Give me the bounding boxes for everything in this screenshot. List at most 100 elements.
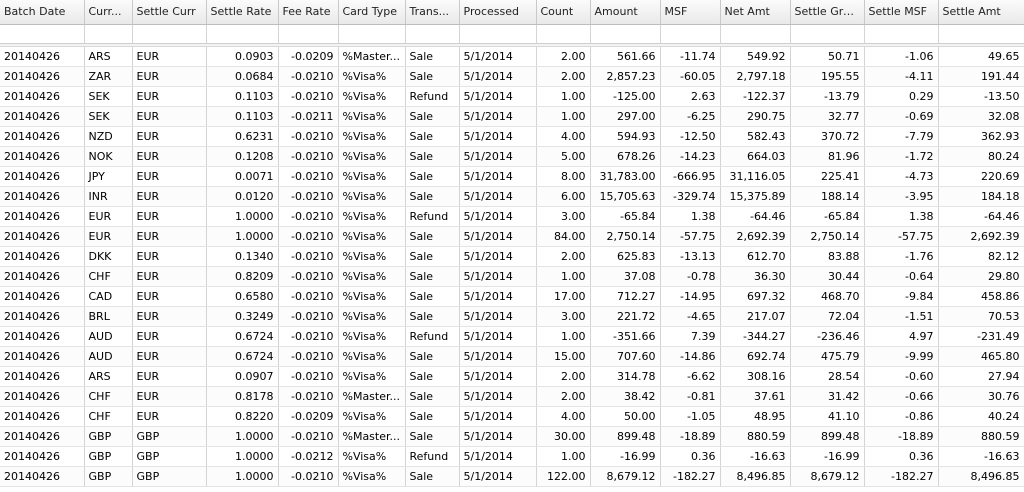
filter-cell[interactable] [0, 24, 85, 44]
table-row[interactable]: 20140426 GBP GBP 1.0000 -0.0210 %Visa% Sale 5/1… [0, 466, 1024, 487]
table-cell: 8,496.85 [938, 466, 1024, 487]
table-cell: CHF [84, 266, 133, 287]
table-cell: 2.00 [536, 46, 591, 67]
column-header[interactable]: Settle Gross [790, 0, 865, 25]
table-cell: 612.70 [720, 246, 791, 267]
filter-cell[interactable] [405, 24, 460, 44]
table-cell: CHF [84, 386, 133, 407]
table-cell: GBP [84, 426, 133, 447]
table-row[interactable]: 20140426 ARS EUR 0.0903 -0.0209 %Master... Sal… [0, 46, 1024, 67]
table-cell: 184.18 [938, 186, 1024, 207]
filter-cell[interactable] [206, 24, 279, 44]
table-cell: %Visa% [338, 406, 406, 427]
table-cell: ARS [84, 366, 133, 387]
table-cell: 697.32 [720, 286, 791, 307]
filter-cell[interactable] [536, 24, 591, 44]
filter-cell[interactable] [84, 24, 133, 44]
table-row[interactable]: 20140426 CAD EUR 0.6580 -0.0210 %Visa% Sale 5/1… [0, 286, 1024, 307]
table-row[interactable]: 20140426 GBP GBP 1.0000 -0.0212 %Visa% Refund 5… [0, 446, 1024, 467]
table-row[interactable]: 20140426 ARS EUR 0.0907 -0.0210 %Visa% Sale 5/1… [0, 366, 1024, 387]
table-cell: 72.04 [790, 306, 865, 327]
column-header-row: Batch Date Curr... Settle Curr Settle Rate F… [0, 0, 1024, 25]
filter-cell[interactable] [938, 24, 1024, 44]
table-cell: -0.0210 [278, 326, 339, 347]
filter-cell[interactable] [720, 24, 791, 44]
table-cell: 5/1/2014 [459, 206, 537, 227]
table-row[interactable]: 20140426 DKK EUR 0.1340 -0.0210 %Visa% Sale 5/1… [0, 246, 1024, 267]
filter-cell[interactable] [790, 24, 865, 44]
filter-cell[interactable] [459, 24, 537, 44]
table-row[interactable]: 20140426 EUR EUR 1.0000 -0.0210 %Visa% Refund 5… [0, 206, 1024, 227]
filter-cell[interactable] [660, 24, 721, 44]
table-cell: EUR [84, 226, 133, 247]
table-cell: 4.00 [536, 126, 591, 147]
table-cell: -6.25 [660, 106, 721, 127]
table-cell: 1.0000 [206, 446, 279, 467]
table-row[interactable]: 20140426 EUR EUR 1.0000 -0.0210 %Visa% Sale 5/1… [0, 226, 1024, 247]
table-row[interactable]: 20140426 ZAR EUR 0.0684 -0.0210 %Visa% Sale 5/1… [0, 66, 1024, 87]
column-header[interactable]: Count [536, 0, 591, 25]
column-header[interactable]: Trans... [405, 0, 460, 25]
table-cell: 5/1/2014 [459, 366, 537, 387]
table-cell: 308.16 [720, 366, 791, 387]
table-cell: 0.0684 [206, 66, 279, 87]
filter-cell[interactable] [338, 24, 406, 44]
column-header[interactable]: Settle Rate [206, 0, 279, 25]
table-row[interactable]: 20140426 CHF EUR 0.8220 -0.0209 %Visa% Sale 5/1… [0, 406, 1024, 427]
column-header[interactable]: MSF [660, 0, 721, 25]
table-cell: EUR [132, 406, 207, 427]
table-row[interactable]: 20140426 AUD EUR 0.6724 -0.0210 %Visa% Sale 5/1… [0, 346, 1024, 367]
table-cell: EUR [132, 366, 207, 387]
table-cell: EUR [132, 386, 207, 407]
column-header[interactable]: Batch Date [0, 0, 85, 25]
table-cell: 880.59 [720, 426, 791, 447]
column-header[interactable]: Net Amt [720, 0, 791, 25]
column-header[interactable]: Amount [590, 0, 661, 25]
table-cell: %Visa% [338, 246, 406, 267]
filter-cell[interactable] [132, 24, 207, 44]
table-row[interactable]: 20140426 CHF EUR 0.8178 -0.0210 %Master... Sal… [0, 386, 1024, 407]
table-cell: Sale [405, 146, 460, 167]
table-cell: -666.95 [660, 166, 721, 187]
table-row[interactable]: 20140426 SEK EUR 0.1103 -0.0210 %Visa% Refund 5… [0, 86, 1024, 107]
column-header[interactable]: Processed [459, 0, 537, 25]
table-cell: 20140426 [0, 46, 85, 67]
table-cell: Refund [405, 326, 460, 347]
table-cell: 5.00 [536, 146, 591, 167]
column-header[interactable]: Fee Rate [278, 0, 339, 25]
table-cell: AUD [84, 326, 133, 347]
table-row[interactable]: 20140426 NOK EUR 0.1208 -0.0210 %Visa% Sale 5/1… [0, 146, 1024, 167]
table-row[interactable]: 20140426 JPY EUR 0.0071 -0.0210 %Visa% Sale 5/1… [0, 166, 1024, 187]
table-cell: -0.0210 [278, 306, 339, 327]
table-cell: 5/1/2014 [459, 146, 537, 167]
table-cell: 8,679.12 [790, 466, 865, 487]
filter-row[interactable] [0, 24, 1024, 44]
table-row[interactable]: 20140426 SEK EUR 0.1103 -0.0211 %Visa% Sale 5/1… [0, 106, 1024, 127]
table-cell: 1.0000 [206, 426, 279, 447]
column-header[interactable]: Settle MSF [864, 0, 939, 25]
column-header[interactable]: Card Type [338, 0, 406, 25]
table-cell: 5/1/2014 [459, 106, 537, 127]
table-cell: 195.55 [790, 66, 865, 87]
table-cell: 50.00 [590, 406, 661, 427]
filter-cell[interactable] [278, 24, 339, 44]
table-cell: 0.36 [864, 446, 939, 467]
table-row[interactable]: 20140426 AUD EUR 0.6724 -0.0210 %Visa% Refund 5… [0, 326, 1024, 347]
table-cell: 2,692.39 [720, 226, 791, 247]
column-header[interactable]: Settle Amt [938, 0, 1024, 25]
table-row[interactable]: 20140426 BRL EUR 0.3249 -0.0210 %Visa% Sale 5/1… [0, 306, 1024, 327]
table-cell: 188.14 [790, 186, 865, 207]
table-row[interactable]: 20140426 INR EUR 0.0120 -0.0210 %Visa% Sale 5/1… [0, 186, 1024, 207]
table-cell: 30.76 [938, 386, 1024, 407]
column-header[interactable]: Curr... [84, 0, 133, 25]
table-cell: EUR [132, 146, 207, 167]
column-header[interactable]: Settle Curr [132, 0, 207, 25]
table-cell: EUR [132, 126, 207, 147]
table-row[interactable]: 20140426 NZD EUR 0.6231 -0.0210 %Visa% Sale 5/1… [0, 126, 1024, 147]
table-row[interactable]: 20140426 GBP GBP 1.0000 -0.0210 %Master... Sal… [0, 426, 1024, 447]
table-cell: 20140426 [0, 366, 85, 387]
filter-cell[interactable] [864, 24, 939, 44]
table-cell: -16.99 [590, 446, 661, 467]
filter-cell[interactable] [590, 24, 661, 44]
table-row[interactable]: 20140426 CHF EUR 0.8209 -0.0210 %Visa% Sale 5/1… [0, 266, 1024, 287]
